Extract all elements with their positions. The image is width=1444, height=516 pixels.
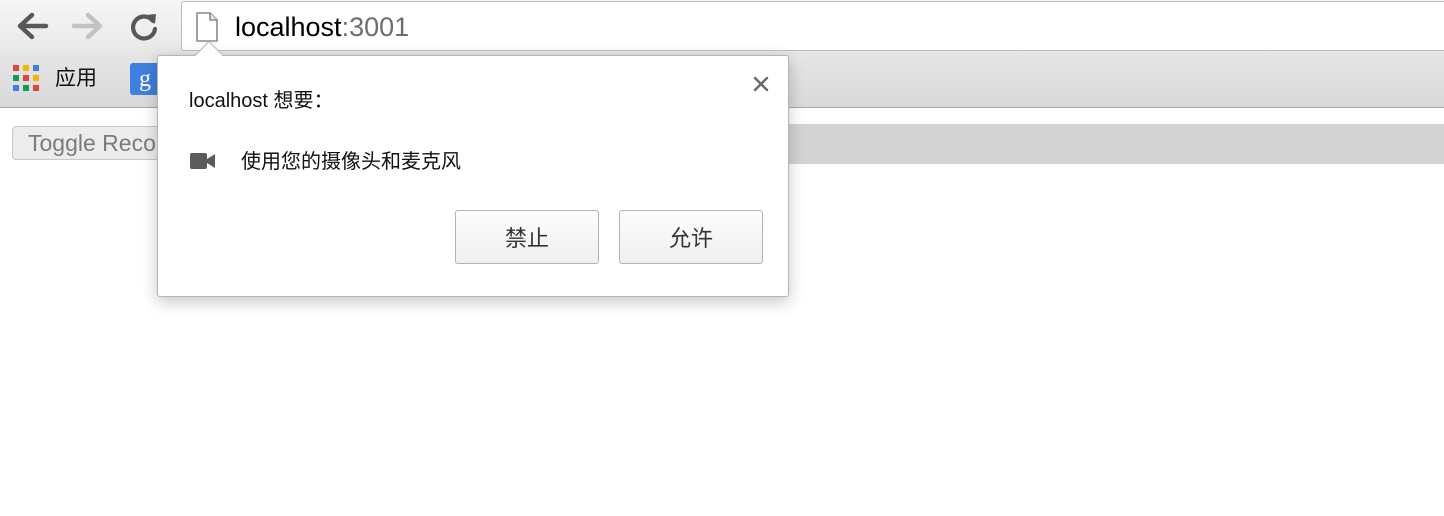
video-camera-icon [190,153,215,169]
allow-button[interactable]: 允许 [619,210,763,264]
apps-bookmark-label[interactable]: 应用 [55,67,97,91]
address-bar[interactable]: localhost:3001 [181,1,1444,51]
google-bookmark-icon[interactable]: g [130,63,160,95]
permission-request-text: 使用您的摄像头和麦克风 [241,151,461,173]
close-button[interactable] [748,71,774,97]
content-bar [786,124,1444,164]
browser-toolbar: localhost:3001 [0,0,1444,52]
block-button[interactable]: 禁止 [455,210,599,264]
reload-icon [131,14,158,41]
back-arrow-icon [17,12,49,40]
permission-bubble: localhost 想要： 使用您的摄像头和麦克风 禁止 允许 [157,55,789,297]
forward-arrow-icon [71,12,103,40]
reload-button[interactable] [124,8,164,44]
back-button[interactable] [12,8,52,44]
page-document-icon [196,12,218,42]
bubble-title: localhost 想要： [189,90,334,112]
url-host: localhost [235,12,342,42]
close-icon [753,76,769,92]
url-port: :3001 [341,12,410,42]
forward-button[interactable] [68,8,108,44]
url-text: localhost:3001 [235,12,409,42]
apps-grid-icon[interactable] [13,65,39,91]
